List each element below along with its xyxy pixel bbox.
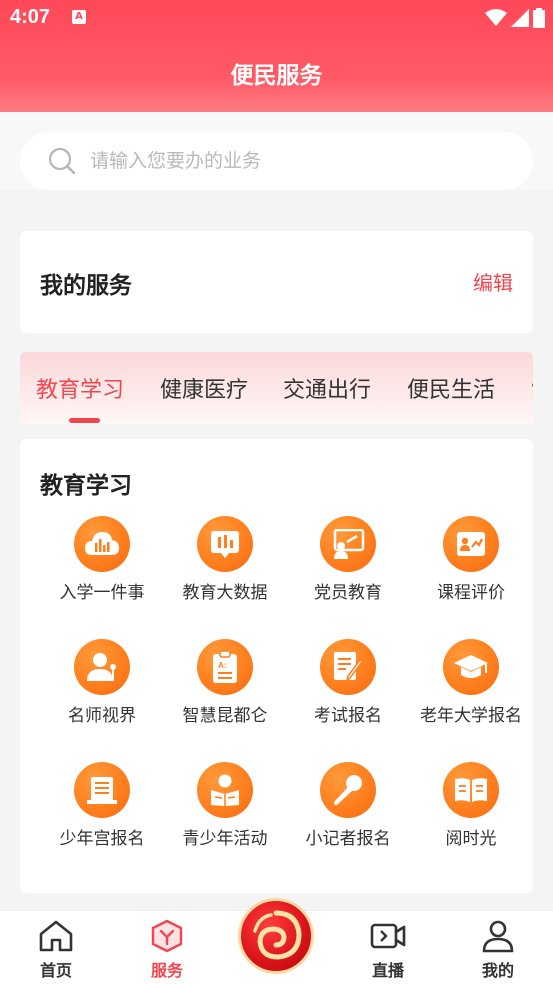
video-icon xyxy=(370,923,406,949)
teacher-icon xyxy=(74,639,130,695)
nav-live[interactable]: 直播 xyxy=(338,919,438,981)
page-title: 便民服务 xyxy=(230,63,323,89)
notification-icon: A xyxy=(72,10,86,24)
tab-overflow-hint: · xyxy=(530,374,533,399)
svg-text:A:: A: xyxy=(218,661,226,670)
service-item-course-review[interactable]: 课程评价 xyxy=(409,516,533,616)
cube-icon xyxy=(151,919,183,953)
home-icon xyxy=(39,920,73,952)
service-label: 少年宫报名 xyxy=(59,829,145,849)
signal-icon xyxy=(511,9,529,27)
education-card: 教育学习 入学一件事 教育大数据 党员教育 课程评价 名师视界 A: 智慧昆都仑… xyxy=(20,439,533,893)
service-item-party-edu[interactable]: 党员教育 xyxy=(286,516,410,616)
center-logo-button[interactable] xyxy=(238,898,314,974)
search-icon xyxy=(48,147,76,175)
graduation-cap-icon xyxy=(443,639,499,695)
user-icon xyxy=(482,920,514,953)
service-label: 课程评价 xyxy=(437,583,505,603)
tab-life[interactable]: 便民生活 xyxy=(407,372,495,404)
service-label: 考试报名 xyxy=(314,706,382,726)
service-item-reading-time[interactable]: 阅时光 xyxy=(409,762,533,862)
nav-home-label: 首页 xyxy=(39,961,72,980)
nav-mine[interactable]: 我的 xyxy=(448,919,548,981)
book-icon xyxy=(443,762,499,818)
service-label: 党员教育 xyxy=(314,583,382,603)
search-area xyxy=(0,112,553,190)
service-item-edu-data[interactable]: 教育大数据 xyxy=(163,516,287,616)
tab-health[interactable]: 健康医疗 xyxy=(160,372,248,404)
education-title: 教育学习 xyxy=(40,473,132,499)
service-label: 老年大学报名 xyxy=(420,706,522,726)
nav-live-label: 直播 xyxy=(371,961,404,980)
wifi-icon xyxy=(485,9,507,26)
service-item-enrollment[interactable]: 入学一件事 xyxy=(40,516,164,616)
search-box[interactable] xyxy=(20,132,533,190)
service-label: 青少年活动 xyxy=(182,829,268,849)
category-tabs: 教育学习 健康医疗 交通出行 便民生活 · xyxy=(20,352,533,424)
service-label: 名师视界 xyxy=(68,706,136,726)
service-label: 教育大数据 xyxy=(182,583,268,603)
building-icon xyxy=(74,762,130,818)
service-item-smart-kundulun[interactable]: A: 智慧昆都仑 xyxy=(163,639,287,739)
service-label: 小记者报名 xyxy=(305,829,391,849)
tab-traffic[interactable]: 交通出行 xyxy=(283,372,371,404)
service-item-young-reporter[interactable]: 小记者报名 xyxy=(286,762,410,862)
nav-service-label: 服务 xyxy=(150,961,183,980)
reader-icon xyxy=(197,762,253,818)
nav-service[interactable]: 服务 xyxy=(117,919,217,981)
tab-education[interactable]: 教育学习 xyxy=(36,372,124,404)
nav-mine-label: 我的 xyxy=(481,961,514,980)
status-icons xyxy=(485,8,545,28)
status-time: 4:07 xyxy=(10,6,51,28)
review-icon xyxy=(443,516,499,572)
tab-indicator xyxy=(69,418,100,423)
battery-icon xyxy=(533,8,545,28)
service-item-teacher-vision[interactable]: 名师视界 xyxy=(40,639,164,739)
header-bar: 4:07 A 便民服务 xyxy=(0,0,553,112)
data-chart-icon xyxy=(197,516,253,572)
microphone-icon xyxy=(320,762,376,818)
my-service-title: 我的服务 xyxy=(40,273,132,299)
service-item-youth-palace[interactable]: 少年宫报名 xyxy=(40,762,164,862)
my-service-card: 我的服务 编辑 xyxy=(20,231,533,333)
exam-icon xyxy=(320,639,376,695)
swirl-logo-icon xyxy=(253,910,302,960)
service-item-senior-university[interactable]: 老年大学报名 xyxy=(409,639,533,739)
cloud-chart-icon xyxy=(74,516,130,572)
service-label: 智慧昆都仑 xyxy=(182,706,268,726)
clipboard-icon: A: xyxy=(197,639,253,695)
service-label: 入学一件事 xyxy=(59,583,145,603)
search-input[interactable] xyxy=(90,150,490,172)
edit-button[interactable]: 编辑 xyxy=(473,267,513,296)
service-label: 阅时光 xyxy=(445,829,497,849)
service-item-exam-signup[interactable]: 考试报名 xyxy=(286,639,410,739)
nav-home[interactable]: 首页 xyxy=(6,919,106,981)
status-bar: 4:07 A xyxy=(0,0,553,36)
presentation-icon xyxy=(320,516,376,572)
service-item-youth-activity[interactable]: 青少年活动 xyxy=(163,762,287,862)
